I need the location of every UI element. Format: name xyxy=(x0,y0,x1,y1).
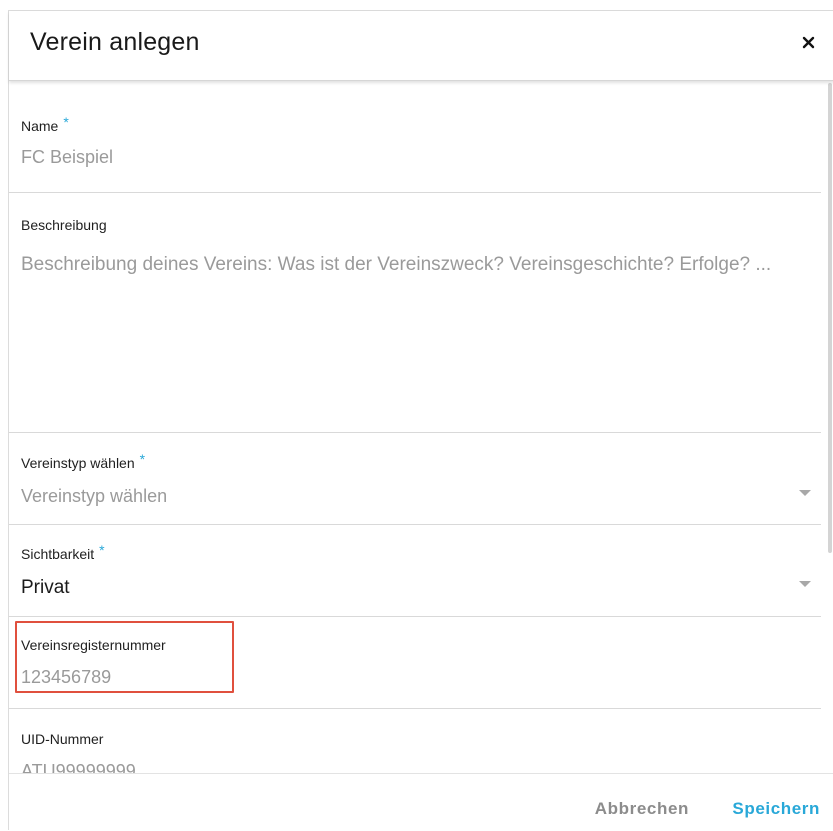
register-number-label: Vereinsregisternummer xyxy=(21,637,166,653)
uid-number-input[interactable]: ATU99999999 xyxy=(21,761,136,773)
caret-down-icon[interactable] xyxy=(799,581,811,587)
register-number-input[interactable]: 123456789 xyxy=(21,667,111,688)
caret-down-icon[interactable] xyxy=(799,490,811,496)
uid-number-label: UID-Nummer xyxy=(21,731,104,747)
visibility-label: Sichtbarkeit * xyxy=(21,542,105,562)
scrollbar[interactable] xyxy=(827,83,833,773)
name-field[interactable]: Name * FC Beispiel xyxy=(9,83,821,193)
name-input[interactable]: FC Beispiel xyxy=(21,147,113,168)
dialog-header: Verein anlegen xyxy=(9,11,833,81)
required-marker: * xyxy=(99,542,105,558)
uid-number-field[interactable]: UID-Nummer ATU99999999 xyxy=(9,709,821,773)
cancel-button[interactable]: Abbrechen xyxy=(595,799,689,819)
name-label-text: Name xyxy=(21,118,59,134)
club-type-select[interactable]: Vereinstyp wählen xyxy=(21,486,167,507)
visibility-label-text: Sichtbarkeit xyxy=(21,546,95,562)
name-label: Name * xyxy=(21,114,69,134)
visibility-select[interactable]: Privat xyxy=(21,577,70,599)
create-club-dialog: Verein anlegen Name * FC Beispiel Beschre… xyxy=(8,10,833,831)
scrollbar-thumb[interactable] xyxy=(828,83,832,553)
visibility-field[interactable]: Sichtbarkeit * Privat xyxy=(9,525,821,617)
close-button[interactable] xyxy=(794,27,824,57)
club-type-label-text: Vereinstyp wählen xyxy=(21,455,135,471)
required-marker: * xyxy=(139,451,146,467)
description-textarea[interactable]: Beschreibung deines Vereins: Was ist der… xyxy=(21,249,811,281)
description-field[interactable]: Beschreibung Beschreibung deines Vereins… xyxy=(9,193,821,433)
close-icon xyxy=(802,36,815,49)
club-type-field[interactable]: Vereinstyp wählen * Vereinstyp wählen xyxy=(9,433,821,525)
dialog-footer: Abbrechen Speichern xyxy=(9,773,833,831)
description-label: Beschreibung xyxy=(21,217,107,233)
dialog-title: Verein anlegen xyxy=(30,28,200,56)
club-type-label: Vereinstyp wählen * xyxy=(21,451,145,471)
dialog-body: Name * FC Beispiel Beschreibung Beschreib… xyxy=(9,83,833,773)
register-number-field[interactable]: Vereinsregisternummer 123456789 xyxy=(9,617,821,709)
save-button[interactable]: Speichern xyxy=(732,799,820,819)
required-marker: * xyxy=(63,114,69,130)
